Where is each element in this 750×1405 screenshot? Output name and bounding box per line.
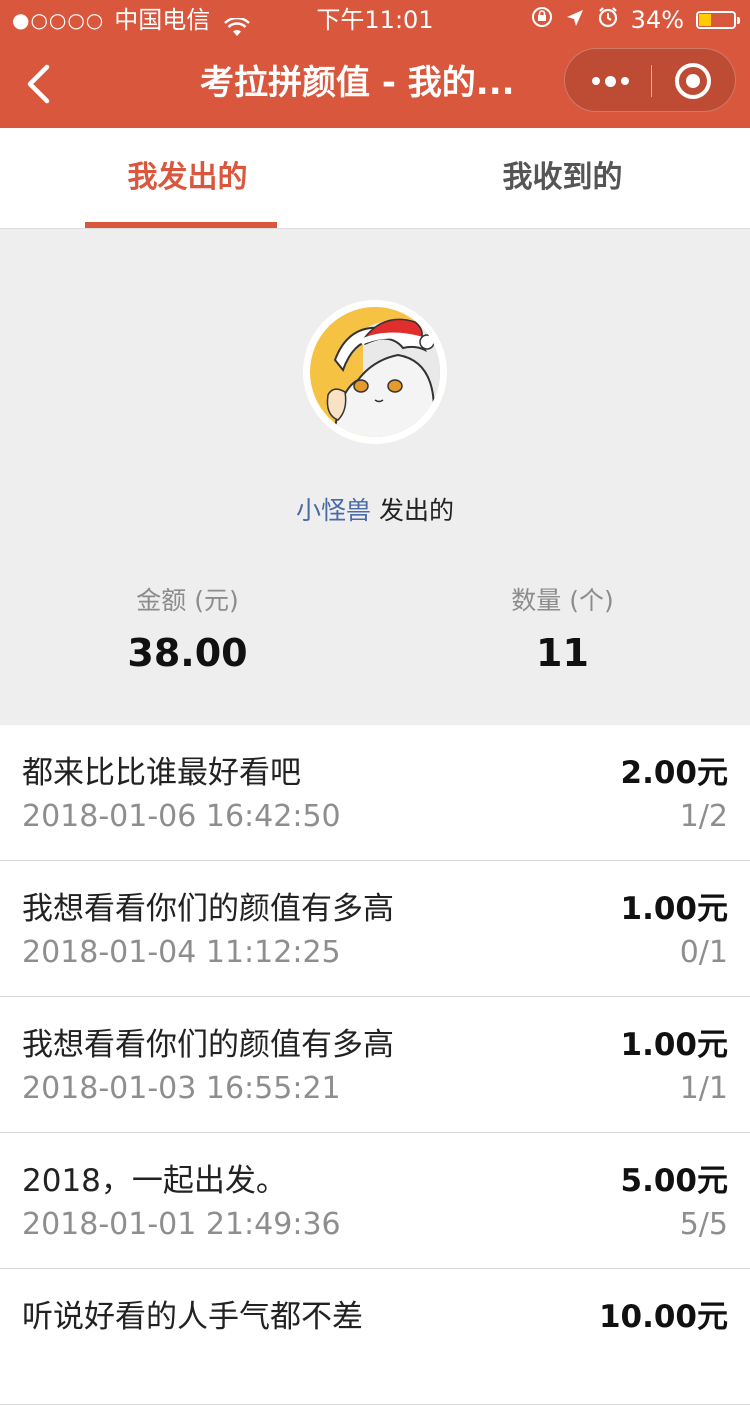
record-title: 我想看看你们的颜值有多高 bbox=[22, 891, 394, 927]
active-tab-indicator bbox=[85, 222, 277, 228]
alarm-icon bbox=[597, 0, 619, 40]
status-bar: ●○○○○ 中国电信 下午11:01 34% bbox=[0, 0, 750, 40]
tab-bar: 我发出的 我收到的 bbox=[0, 128, 750, 229]
owner-line: 小怪兽 发出的 bbox=[0, 491, 750, 527]
nav-bar: 考拉拼颜值 - 我的... bbox=[0, 40, 750, 128]
count-label: 数量 (个) bbox=[511, 586, 614, 615]
owner-suffix: 发出的 bbox=[378, 496, 454, 525]
list-item[interactable]: 2018，一起出发。 2018-01-01 21:49:36 5.00元 5/5 bbox=[0, 1133, 750, 1269]
location-arrow-icon bbox=[565, 0, 585, 40]
record-amount: 1.00元 bbox=[620, 891, 729, 927]
list-item[interactable]: 我想看看你们的颜值有多高 2018-01-03 16:55:21 1.00元 1… bbox=[0, 997, 750, 1133]
owner-name-link[interactable]: 小怪兽 bbox=[296, 496, 371, 525]
record-time: 2018-01-01 21:49:36 bbox=[22, 1207, 341, 1242]
battery-icon bbox=[696, 11, 740, 29]
app-header: ●○○○○ 中国电信 下午11:01 34% 考拉拼颜值 - 我的... bbox=[0, 0, 750, 128]
record-time: 2018-01-06 16:42:50 bbox=[22, 799, 341, 834]
record-time: 2018-01-04 11:12:25 bbox=[22, 935, 341, 970]
record-amount: 5.00元 bbox=[620, 1163, 729, 1199]
count-value: 11 bbox=[536, 631, 589, 675]
list-item[interactable]: 都来比比谁最好看吧 2018-01-06 16:42:50 2.00元 1/2 bbox=[0, 725, 750, 861]
count-stat: 数量 (个) 11 bbox=[375, 581, 750, 675]
amount-value: 38.00 bbox=[127, 631, 248, 675]
record-title: 都来比比谁最好看吧 bbox=[22, 755, 301, 791]
record-amount: 1.00元 bbox=[620, 1027, 729, 1063]
tab-received[interactable]: 我收到的 bbox=[375, 128, 750, 228]
tab-sent[interactable]: 我发出的 bbox=[0, 128, 375, 228]
amount-label: 金额 (元) bbox=[136, 586, 239, 615]
battery-level bbox=[699, 14, 711, 26]
page-title: 考拉拼颜值 - 我的... bbox=[200, 63, 515, 103]
more-dots-icon bbox=[591, 77, 600, 85]
more-button[interactable] bbox=[585, 49, 635, 113]
avatar bbox=[303, 300, 447, 444]
battery-percent: 34% bbox=[630, 6, 684, 34]
lock-rotation-icon bbox=[531, 0, 553, 40]
record-count: 1/1 bbox=[679, 1071, 728, 1106]
record-count: 5/5 bbox=[679, 1207, 728, 1242]
back-button[interactable] bbox=[18, 60, 58, 108]
list-item[interactable]: 听说好看的人手气都不差 10.00元 bbox=[0, 1269, 750, 1405]
record-time: 2018-01-03 16:55:21 bbox=[22, 1071, 341, 1106]
summary-panel: 小怪兽 发出的 金额 (元) 38.00 数量 (个) 11 bbox=[0, 229, 750, 725]
records-list: 都来比比谁最好看吧 2018-01-06 16:42:50 2.00元 1/2 … bbox=[0, 725, 750, 1405]
chevron-left-icon bbox=[27, 64, 50, 104]
list-item[interactable]: 我想看看你们的颜值有多高 2018-01-04 11:12:25 1.00元 0… bbox=[0, 861, 750, 997]
amount-stat: 金额 (元) 38.00 bbox=[0, 581, 375, 675]
record-title: 听说好看的人手气都不差 bbox=[22, 1299, 363, 1335]
record-amount: 10.00元 bbox=[598, 1299, 728, 1335]
record-count: 1/2 bbox=[679, 799, 728, 834]
record-title: 我想看看你们的颜值有多高 bbox=[22, 1027, 394, 1063]
mini-program-capsule bbox=[564, 48, 736, 112]
record-amount: 2.00元 bbox=[620, 755, 729, 791]
record-count: 0/1 bbox=[679, 935, 728, 970]
record-title: 2018，一起出发。 bbox=[22, 1163, 287, 1199]
capsule-divider bbox=[651, 65, 652, 97]
close-button[interactable] bbox=[675, 63, 711, 99]
